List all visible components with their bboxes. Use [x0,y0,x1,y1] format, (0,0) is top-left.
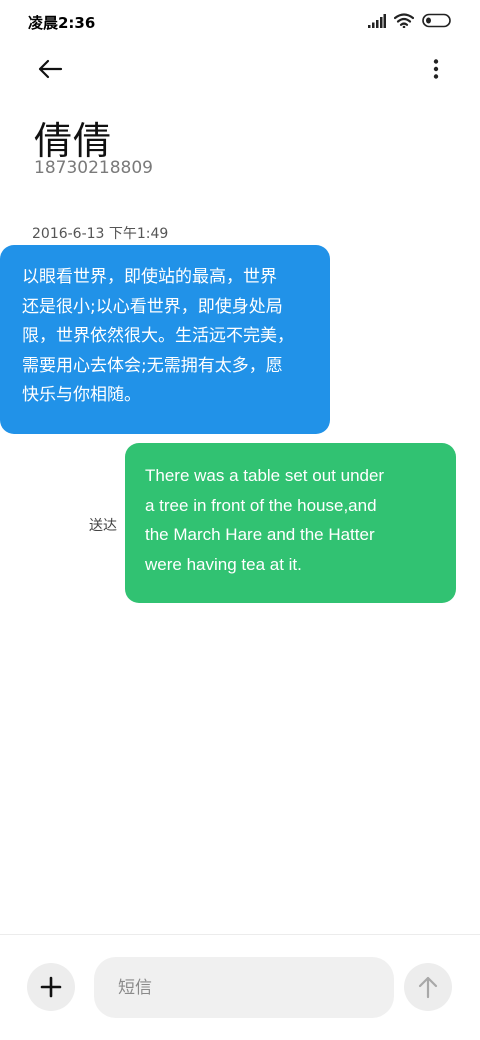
back-button[interactable] [30,52,70,86]
outgoing-message-line: There was a table set out under [145,466,385,485]
more-options-button[interactable] [428,52,444,86]
outgoing-message-line: the March Hare and the Hatter [145,525,375,544]
message-date: 2016-6-13 下午1:49 [32,226,169,242]
more-vertical-icon [433,59,439,79]
incoming-message-line: 需要用心去体会;无需拥有太多，愿 [22,355,283,376]
outgoing-message-text: There was a table set out under a tree i… [145,461,436,579]
incoming-message-line: 以眼看世界，即使站的最高，世界 [22,267,277,287]
plus-icon [40,976,62,998]
status-icons [368,13,452,28]
outgoing-message-line: a tree in front of the house,and [145,495,377,515]
incoming-message-line: 还是很小;以心看世界，即使身处局 [22,296,283,317]
outgoing-message-line: were having tea at it. [145,554,302,574]
status-time: 凌晨2:36 [28,14,96,32]
delivery-status: 送达 [89,518,117,534]
contact-number: 18730218809 [34,158,153,178]
composer-divider [0,934,480,935]
arrow-left-icon [38,59,63,79]
incoming-message-line: 快乐与你相随。 [22,385,141,405]
outgoing-message-bubble[interactable]: There was a table set out under a tree i… [125,443,456,603]
add-attachment-button[interactable] [27,963,75,1011]
battery-icon [422,13,451,28]
signal-icon [368,13,386,28]
arrow-up-icon [418,976,438,999]
status-bar: 凌晨2:36 [0,0,480,44]
incoming-message-text: 以眼看世界，即使站的最高，世界 还是很小;以心看世界，即使身处局 限，世界依然很… [22,263,308,411]
send-button[interactable] [404,963,452,1011]
wifi-icon [394,13,414,28]
contact-name: 倩倩 [34,119,113,163]
message-input[interactable] [94,957,394,1018]
incoming-message-line: 限，世界依然很大。生活远不完美， [22,326,294,346]
incoming-message-bubble[interactable]: 以眼看世界，即使站的最高，世界 还是很小;以心看世界，即使身处局 限，世界依然很… [0,245,330,434]
